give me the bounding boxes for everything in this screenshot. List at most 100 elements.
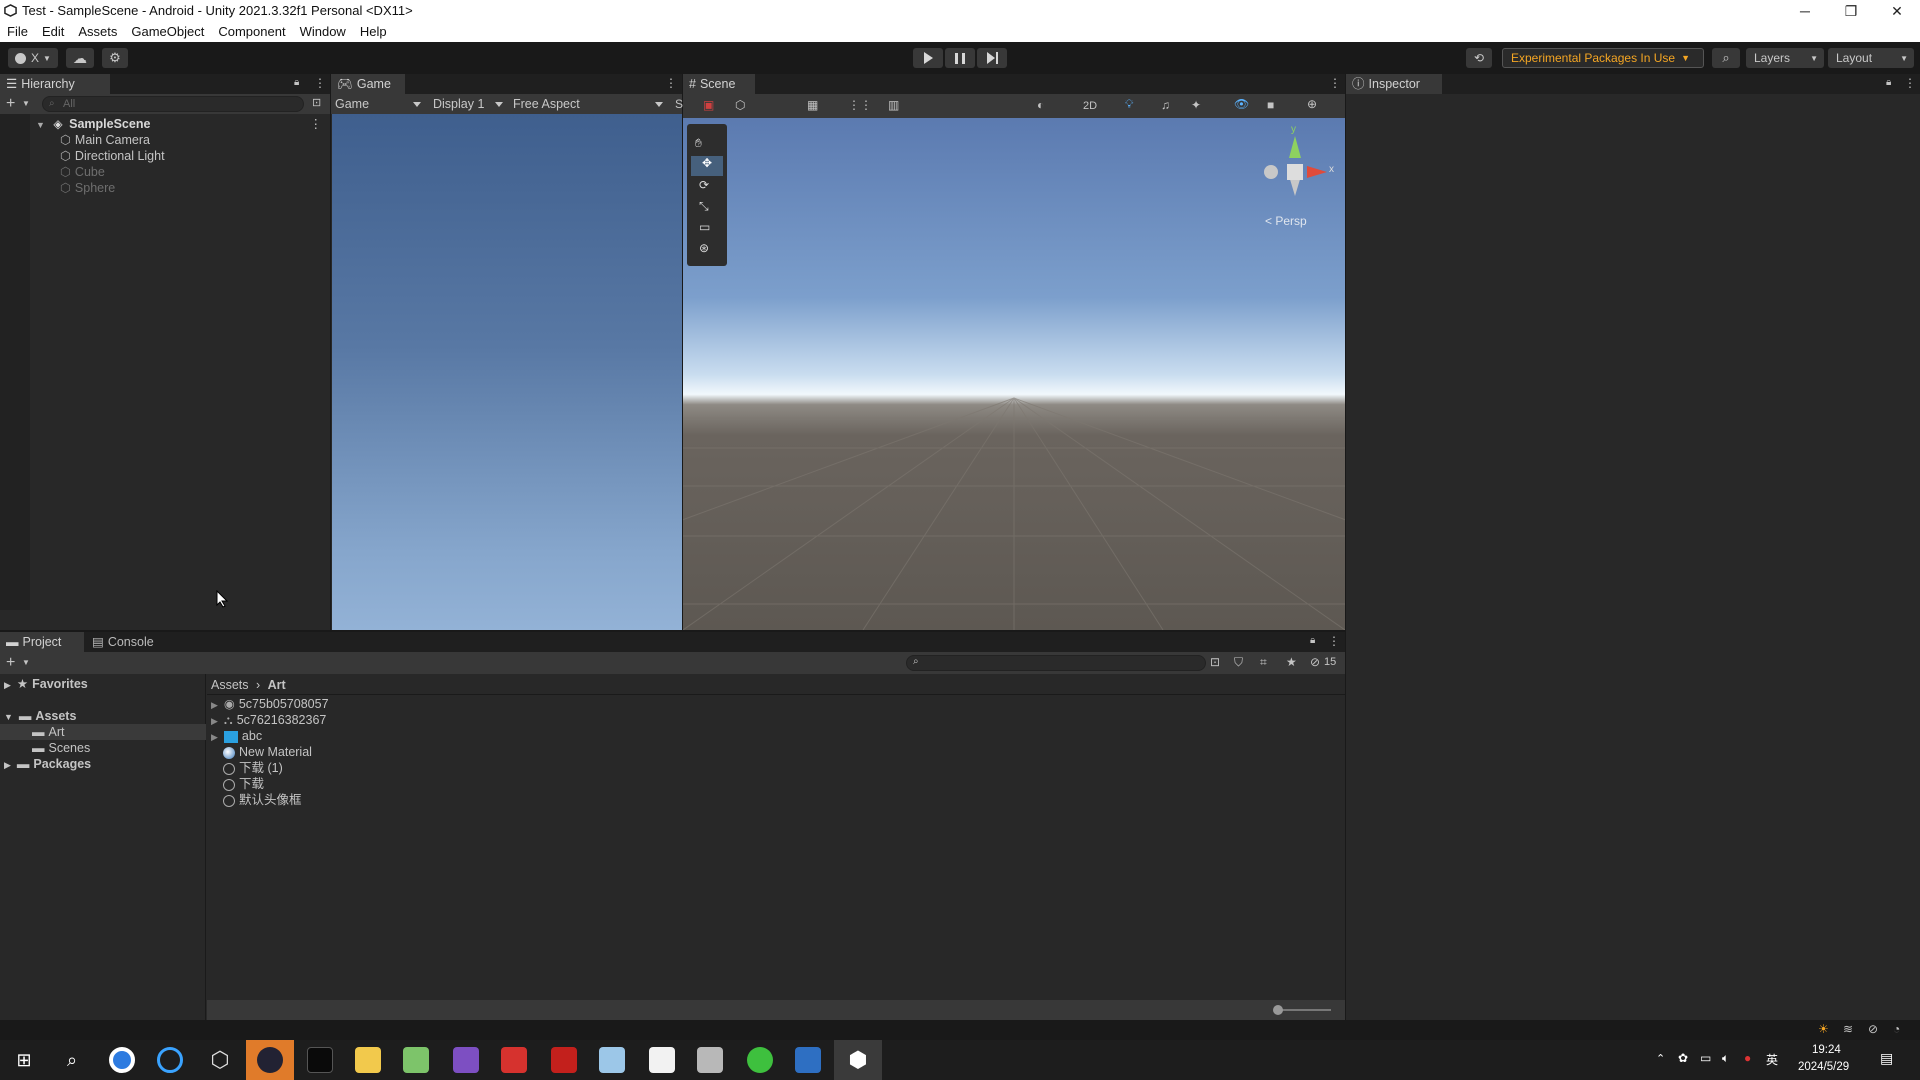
step-button[interactable] [977, 48, 1007, 68]
clock-time[interactable]: 19:24 [1812, 1044, 1841, 1056]
experimental-packages-dropdown[interactable]: Experimental Packages In Use ▼ [1502, 48, 1704, 68]
grid-icon[interactable]: ⋮⋮ [848, 98, 872, 112]
asset-row[interactable]: 下载 (1) [223, 760, 283, 776]
play-button[interactable] [913, 48, 943, 68]
game-viewport[interactable] [332, 114, 682, 630]
draw-mode-icon[interactable]: ◐ [1037, 98, 1044, 112]
asset-row[interactable]: New Material [223, 744, 312, 760]
lock-icon[interactable]: 🔒︎ [1310, 635, 1315, 646]
close-button[interactable]: ✕ [1874, 0, 1920, 22]
tab-game[interactable]: 🎮︎ Game [331, 74, 405, 94]
taskbar-app-drive[interactable] [686, 1040, 734, 1080]
taskbar-app-unity-hub[interactable]: ⬡ [196, 1040, 244, 1080]
snap-grid-icon[interactable]: ▦ [807, 98, 818, 112]
lighting-icon[interactable]: 💡︎ [1125, 97, 1133, 112]
hierarchy-item[interactable]: ⬡ Cube [60, 164, 105, 180]
breadcrumb-item[interactable]: Art [268, 678, 286, 692]
asset-row[interactable]: 默认头像框 [223, 792, 302, 808]
taskbar-search[interactable]: ⌕ [48, 1040, 96, 1080]
assets-row[interactable]: ▼ ▬ Assets [4, 708, 76, 724]
taskbar-app-browser[interactable] [146, 1040, 194, 1080]
taskbar-app-visual-studio[interactable] [442, 1040, 490, 1080]
favorite-icon[interactable]: ★ [1286, 655, 1297, 669]
tab-console[interactable]: ▤ Console [86, 632, 170, 652]
undo-history-button[interactable]: ⟲ [1466, 48, 1492, 68]
menu-component[interactable]: Component [211, 22, 292, 42]
tag-icon[interactable]: ⌗ [1260, 655, 1267, 670]
asset-row[interactable]: 下载 [223, 776, 264, 792]
audio-icon[interactable]: ♫ [1161, 98, 1170, 112]
start-button[interactable]: ⊞ [0, 1040, 48, 1080]
taskbar-app-code[interactable] [638, 1040, 686, 1080]
taskbar-app-explorer[interactable] [344, 1040, 392, 1080]
folder-row-art[interactable]: ▬ Art [0, 724, 206, 740]
volume-icon[interactable]: 🔈︎ [1722, 1051, 1729, 1066]
more-icon[interactable]: ⋮ [1904, 76, 1916, 90]
hierarchy-item[interactable]: ⬡ Main Camera [60, 132, 150, 148]
maximize-button[interactable]: ❐ [1828, 0, 1874, 22]
tool-handle-icon[interactable]: ▣ [703, 98, 714, 112]
gizmos-icon[interactable]: ⊕ [1307, 97, 1317, 111]
taskbar-app-chrome[interactable] [98, 1040, 146, 1080]
network-icon[interactable]: ▭ [1700, 1051, 1711, 1065]
more-icon[interactable]: ⋮ [1328, 634, 1340, 648]
network-icon[interactable]: ⊘ [1868, 1022, 1878, 1036]
layers-dropdown[interactable]: Layers ▼ [1746, 48, 1824, 68]
menu-help[interactable]: Help [353, 22, 394, 42]
filter-by-label-icon[interactable]: ⛉ [1234, 655, 1243, 670]
display-dropdown[interactable]: Display 1 [431, 95, 507, 113]
more-icon[interactable]: ⋮ [310, 116, 323, 132]
taskbar-app-wps[interactable] [490, 1040, 538, 1080]
hidden-packages-icon[interactable]: ⊘ [1310, 655, 1320, 669]
increment-snap-icon[interactable]: ▥ [888, 98, 899, 112]
taskbar-app-notepad[interactable] [392, 1040, 440, 1080]
taskbar-app-tool[interactable] [588, 1040, 636, 1080]
tray-antivirus-icon[interactable]: ● [1744, 1051, 1751, 1065]
folder-row-scenes[interactable]: ▬ Scenes [32, 740, 90, 756]
projection-label[interactable]: < Persp [1265, 214, 1307, 228]
chevron-down-icon[interactable]: ▼ [22, 99, 30, 108]
auto-generate-lighting-icon[interactable]: ☀ [1818, 1022, 1829, 1036]
clock-date[interactable]: 2024/5/29 [1798, 1061, 1849, 1073]
taskbar-app-remote[interactable] [784, 1040, 832, 1080]
more-icon[interactable]: ⋮ [1329, 76, 1341, 90]
tab-hierarchy[interactable]: ☰ Hierarchy [0, 74, 110, 94]
game-mode-dropdown[interactable]: Game [335, 95, 425, 113]
add-icon[interactable]: + [6, 94, 15, 114]
scene-viewport[interactable]: ✋︎ ✥ ⟳ ⤡ ▭ ⊛ y x < Persp [683, 118, 1345, 630]
hierarchy-search-input[interactable]: ⌕ All [42, 96, 304, 112]
pivot-icon[interactable]: ⬡ [735, 98, 745, 112]
icon-size-slider[interactable] [1273, 1005, 1331, 1015]
menu-window[interactable]: Window [293, 22, 353, 42]
pause-button[interactable] [945, 48, 975, 68]
taskbar-app-unity[interactable]: ⬢ [834, 1040, 882, 1080]
chevron-down-icon[interactable]: ▼ [22, 658, 30, 667]
ime-indicator[interactable]: 英 [1766, 1051, 1778, 1068]
project-search-input[interactable]: ⌕ [906, 655, 1206, 671]
scale-tool-icon[interactable]: ⤡ [699, 199, 709, 214]
add-icon[interactable]: + [6, 652, 15, 674]
hierarchy-item[interactable]: ⬡ Directional Light [60, 148, 165, 164]
asset-row[interactable]: ▶ ◉ 5c75b05708057 [211, 696, 329, 712]
menu-edit[interactable]: Edit [35, 22, 71, 42]
tab-scene[interactable]: # Scene [683, 74, 755, 94]
search-button[interactable]: ⌕ [1712, 48, 1740, 68]
cache-server-icon[interactable]: ≋ [1843, 1022, 1853, 1036]
packages-row[interactable]: ▶ ▬ Packages [4, 756, 91, 772]
menu-file[interactable]: File [0, 22, 35, 42]
menu-gameobject[interactable]: GameObject [124, 22, 211, 42]
toggle-2d-button[interactable]: 2D [1076, 97, 1104, 115]
rect-tool-icon[interactable]: ▭ [699, 220, 710, 234]
breadcrumb-item[interactable]: Assets [211, 678, 249, 692]
taskbar-app-terminal[interactable] [296, 1040, 344, 1080]
transform-tool-icon[interactable]: ⊛ [699, 241, 709, 255]
search-by-type-icon[interactable]: ⊡ [312, 96, 321, 109]
taskbar-app-filezilla[interactable] [540, 1040, 588, 1080]
asset-row[interactable]: ▶ ⛬ 5c76216382367 [211, 712, 326, 728]
search-by-type-icon[interactable]: ⊡ [1210, 655, 1220, 669]
asset-row[interactable]: ▶ abc [211, 728, 262, 744]
scene-row[interactable]: ▼ ◈ SampleScene ⋮ [36, 116, 326, 132]
camera-icon[interactable]: ■ [1267, 98, 1274, 112]
move-tool-icon[interactable]: ✥ [691, 156, 723, 176]
tray-app-icon[interactable]: ✿ [1678, 1051, 1688, 1065]
